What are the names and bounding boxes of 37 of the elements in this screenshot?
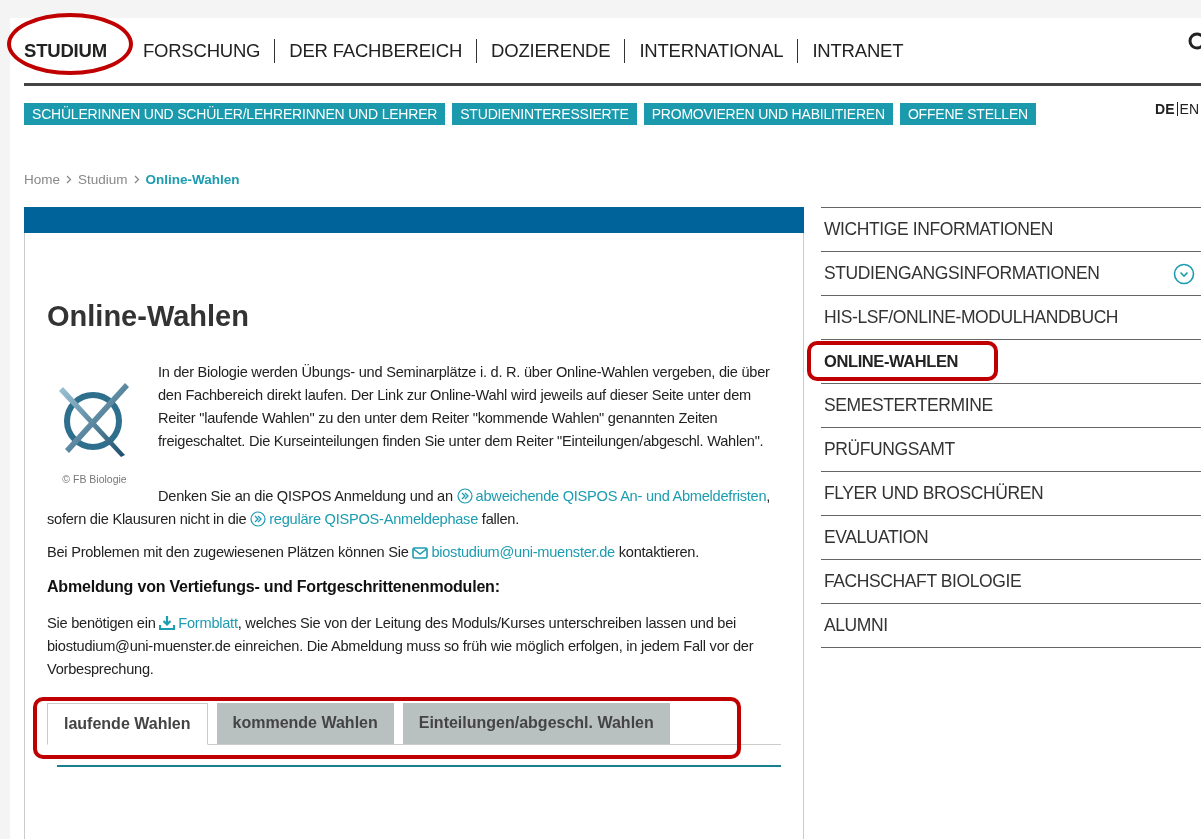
tab[interactable]: laufende Wahlen [47, 703, 208, 745]
expand-icon[interactable] [1173, 262, 1195, 285]
paragraph: Denken Sie an die QISPOS Anmeldung und an abweichende QISPOS An- und Abmeldefristen, sofern die Klausuren nicht in die reguläre QISPOS-Anmeldephase fallen. [47, 487, 772, 529]
language-link[interactable]: EN [1177, 101, 1201, 117]
section-heading: Abmeldung von Vertiefungs- und Fortgeschrittenenmodulen: [47, 578, 501, 596]
main-nav-link[interactable]: INTRANET [798, 39, 918, 61]
sidebar-link[interactable]: FACHSCHAFT BIOLOGIE [824, 571, 1022, 591]
double-chevron-icon [456, 488, 473, 504]
language-link[interactable]: DE [1153, 101, 1177, 117]
sidebar-link[interactable]: SEMESTERTERMINE [824, 395, 993, 415]
paragraph: Sie benötigen ein Formblatt, welches Sie von der Leitung des Moduls/Kurses unterschreiben lassen und bei biostudium@uni-muenster.de einreichen. Die Abmeldung muss so früh wie möglich erfolgen, in jedem Fall vor der Vorbesprechung. [47, 614, 755, 679]
sidebar-link[interactable]: ONLINE-WAHLEN [824, 352, 959, 370]
sidebar-link[interactable]: HIS-LSF/ONLINE-MODULHANDBUCH [824, 307, 1119, 327]
sidebar-link[interactable]: EVALUATION [824, 527, 929, 547]
main-nav-link[interactable]: INTERNATIONAL [625, 39, 798, 61]
breadcrumb-link[interactable]: Studium [78, 172, 128, 187]
main-nav-link[interactable]: DOZIERENDE [477, 39, 625, 61]
chevron-icon [66, 175, 72, 184]
sidebar-link[interactable]: STUDIENGANGSINFORMATIONEN [824, 263, 1100, 283]
breadcrumb-link[interactable]: Home [24, 172, 60, 187]
page-title: Online-Wahlen [47, 300, 250, 333]
chevron-icon [133, 175, 140, 184]
main-nav-link[interactable]: FORSCHUNG [128, 39, 275, 61]
sidebar-link[interactable]: WICHTIGE INFORMATIONEN [824, 219, 1054, 239]
sidebar-link[interactable]: FLYER UND BROSCHÜREN [824, 483, 1044, 503]
paragraph: Bei Problemen mit den zugewiesenen Plätzen können Sie biostudium@uni-muenster.de kontaktieren. [47, 543, 701, 562]
paragraph: In der Biologie werden Übungs- und Seminarplätze i. d. R. über Online-Wahlen vergeben, die über den Fachbereich direkt laufen. Der Link zur Online-Wahl wird jeweils auf dieser Seite unter dem Reiter "laufende Wahlen" zu den unter dem Reiter "kommende Wahlen" genannten Zeiten freigeschaltet. Die Kurseinteilungen finden Sie unter dem Reiter "Einteilungen/abgeschl. Wahlen". [158, 363, 771, 451]
main-nav-link[interactable]: DER FACHBEREICH [275, 39, 477, 61]
download-icon [159, 615, 176, 631]
tab[interactable]: Einteilungen/abgeschl. Wahlen [402, 703, 670, 744]
sidebar-link[interactable]: PRÜFUNGSAMT [824, 439, 955, 459]
double-chevron-icon [250, 511, 267, 527]
sidebar-link[interactable]: ALUMNI [824, 615, 888, 635]
mail-icon [412, 546, 429, 560]
tab[interactable]: kommende Wahlen [216, 703, 394, 744]
main-nav-link[interactable]: STUDIUM [24, 39, 121, 61]
image-caption: © FB Biologie [61, 473, 128, 485]
